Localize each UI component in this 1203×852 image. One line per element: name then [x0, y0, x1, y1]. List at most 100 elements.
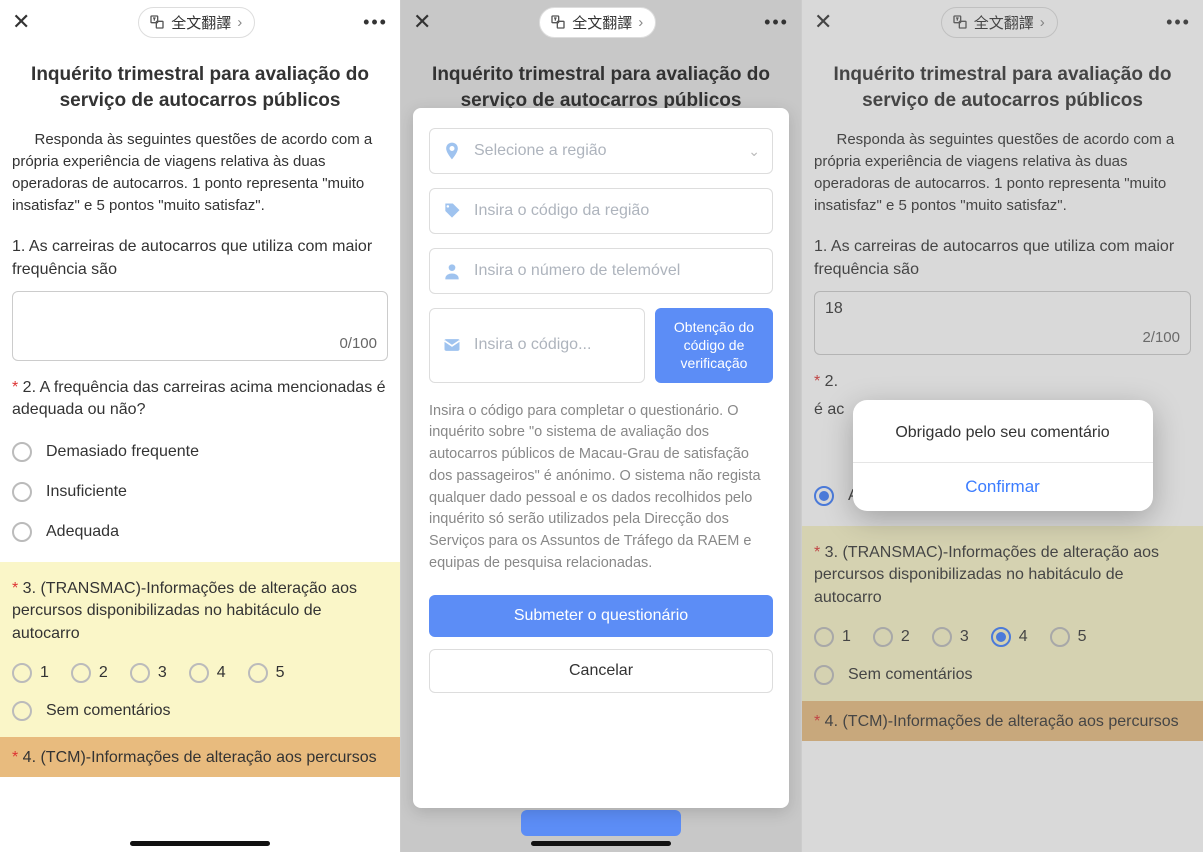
radio-icon [814, 486, 834, 506]
placeholder: Insira o código da região [474, 202, 649, 220]
home-indicator [130, 841, 270, 846]
radio-icon [873, 627, 893, 647]
translate-label: 全文翻譯 [572, 12, 632, 33]
q2-option-1[interactable]: Demasiado frequente [12, 432, 388, 472]
more-icon[interactable]: ••• [363, 12, 388, 33]
radio-icon [12, 663, 32, 683]
radio-icon [71, 663, 91, 683]
alert-message: Obrigado pelo seu comentário [853, 400, 1153, 462]
radio-icon [932, 627, 952, 647]
region-code-input[interactable]: Insira o código da região [429, 188, 773, 234]
q1-counter: 2/100 [1142, 329, 1180, 346]
cancel-button[interactable]: Cancelar [429, 649, 773, 693]
translate-pill[interactable]: 全文翻譯 › [138, 7, 255, 38]
translate-label: 全文翻譯 [171, 12, 231, 33]
code-row: Insira o código... Obtenção do código de… [429, 308, 773, 383]
q1-value: 18 [825, 300, 1180, 318]
q3-block: 3. (TRANSMAC)-Informações de alteração a… [0, 562, 400, 737]
q3-scale-4[interactable]: 4 [189, 663, 226, 683]
q3-scale: 1 2 3 4 5 [814, 619, 1191, 655]
q3-scale: 1 2 3 4 5 [12, 655, 388, 691]
location-pin-icon [442, 141, 462, 161]
radio-icon [12, 522, 32, 542]
tag-icon [442, 201, 462, 221]
radio-icon [189, 663, 209, 683]
q1-label: 1. As carreiras de autocarros que utiliz… [12, 236, 388, 281]
intro-text: Responda às seguintes questões de acordo… [12, 123, 388, 230]
q4-label: 4. (TCM)-Informações de alteração aos pe… [814, 711, 1191, 733]
q3-scale-5[interactable]: 5 [248, 663, 285, 683]
q3-label: 3. (TRANSMAC)-Informações de alteração a… [12, 578, 388, 645]
q3-scale-2[interactable]: 2 [71, 663, 108, 683]
q4-label: 4. (TCM)-Informações de alteração aos pe… [12, 747, 388, 769]
q4-block: 4. (TCM)-Informações de alteração aos pe… [802, 701, 1203, 741]
q3-scale-1[interactable]: 1 [12, 663, 49, 683]
radio-icon [12, 701, 32, 721]
option-label: Sem comentários [848, 666, 973, 684]
q3-scale-3[interactable]: 3 [130, 663, 167, 683]
radio-icon [814, 665, 834, 685]
radio-icon [12, 442, 32, 462]
verification-sheet: Selecione a região ⌄ Insira o código da … [413, 108, 789, 808]
option-label: Demasiado frequente [46, 443, 199, 461]
q1-label: 1. As carreiras de autocarros que utiliz… [814, 236, 1191, 281]
placeholder: Insira o número de telemóvel [474, 262, 680, 280]
q3-scale-4[interactable]: 4 [991, 627, 1028, 647]
disclaimer-text: Insira o código para completar o questio… [429, 401, 773, 575]
chevron-down-icon: ⌄ [748, 143, 760, 160]
q2-label: 2. A frequência das carreiras acima menc… [12, 377, 388, 422]
top-bar: ✕ 全文翻譯 › ••• [802, 0, 1203, 44]
person-icon [442, 261, 462, 281]
intro-text: Responda às seguintes questões de acordo… [814, 123, 1191, 230]
q1-counter: 0/100 [339, 335, 377, 352]
option-label: Sem comentários [46, 702, 171, 720]
translate-pill[interactable]: 全文翻譯 › [539, 7, 656, 38]
q3-no-comment[interactable]: Sem comentários [814, 655, 1191, 689]
q2-option-2[interactable]: Insuficiente [12, 472, 388, 512]
placeholder: Selecione a região [474, 142, 607, 160]
q3-block: 3. (TRANSMAC)-Informações de alteração a… [802, 526, 1203, 701]
q3-no-comment[interactable]: Sem comentários [12, 691, 388, 725]
phone-input[interactable]: Insira o número de telemóvel [429, 248, 773, 294]
submit-button[interactable]: Submeter o questionário [429, 595, 773, 637]
home-indicator [531, 841, 671, 846]
more-icon[interactable]: ••• [1166, 12, 1191, 33]
page-title: Inquérito trimestral para avaliação do s… [814, 44, 1191, 123]
close-icon[interactable]: ✕ [12, 9, 30, 35]
radio-icon [1050, 627, 1070, 647]
get-code-button[interactable]: Obtenção do código de verificação [655, 308, 773, 383]
hidden-submit-button [521, 810, 681, 836]
translate-icon [952, 14, 968, 30]
top-bar: ✕ 全文翻譯 › ••• [401, 0, 801, 44]
translate-pill[interactable]: 全文翻譯 › [941, 7, 1058, 38]
survey-content: Inquérito trimestral para avaliação do s… [0, 44, 400, 817]
radio-icon [12, 482, 32, 502]
q3-scale-1[interactable]: 1 [814, 627, 851, 647]
q1-textarea[interactable]: 0/100 [12, 291, 388, 361]
envelope-icon [442, 335, 462, 355]
q4-block: 4. (TCM)-Informações de alteração aos pe… [0, 737, 400, 777]
screen-2: ✕ 全文翻譯 › ••• Inquérito trimestral para a… [401, 0, 802, 852]
q3-label: 3. (TRANSMAC)-Informações de alteração a… [814, 542, 1191, 609]
translate-icon [550, 14, 566, 30]
region-select[interactable]: Selecione a região ⌄ [429, 128, 773, 174]
q3-scale-2[interactable]: 2 [873, 627, 910, 647]
translate-icon [149, 14, 165, 30]
close-icon[interactable]: ✕ [814, 9, 832, 35]
q3-scale-5[interactable]: 5 [1050, 627, 1087, 647]
chevron-right-icon: › [1040, 14, 1045, 31]
translate-label: 全文翻譯 [974, 12, 1034, 33]
q2-label: 2. [814, 371, 1191, 393]
placeholder: Insira o código... [474, 336, 591, 354]
close-icon[interactable]: ✕ [413, 9, 431, 35]
option-label: Insuficiente [46, 483, 127, 501]
radio-icon [991, 627, 1011, 647]
q1-textarea[interactable]: 18 2/100 [814, 291, 1191, 355]
q3-scale-3[interactable]: 3 [932, 627, 969, 647]
radio-icon [130, 663, 150, 683]
code-input[interactable]: Insira o código... [429, 308, 645, 383]
q2-option-3[interactable]: Adequada [12, 512, 388, 552]
more-icon[interactable]: ••• [764, 12, 789, 33]
chevron-right-icon: › [638, 14, 643, 31]
confirm-button[interactable]: Confirmar [853, 463, 1153, 511]
